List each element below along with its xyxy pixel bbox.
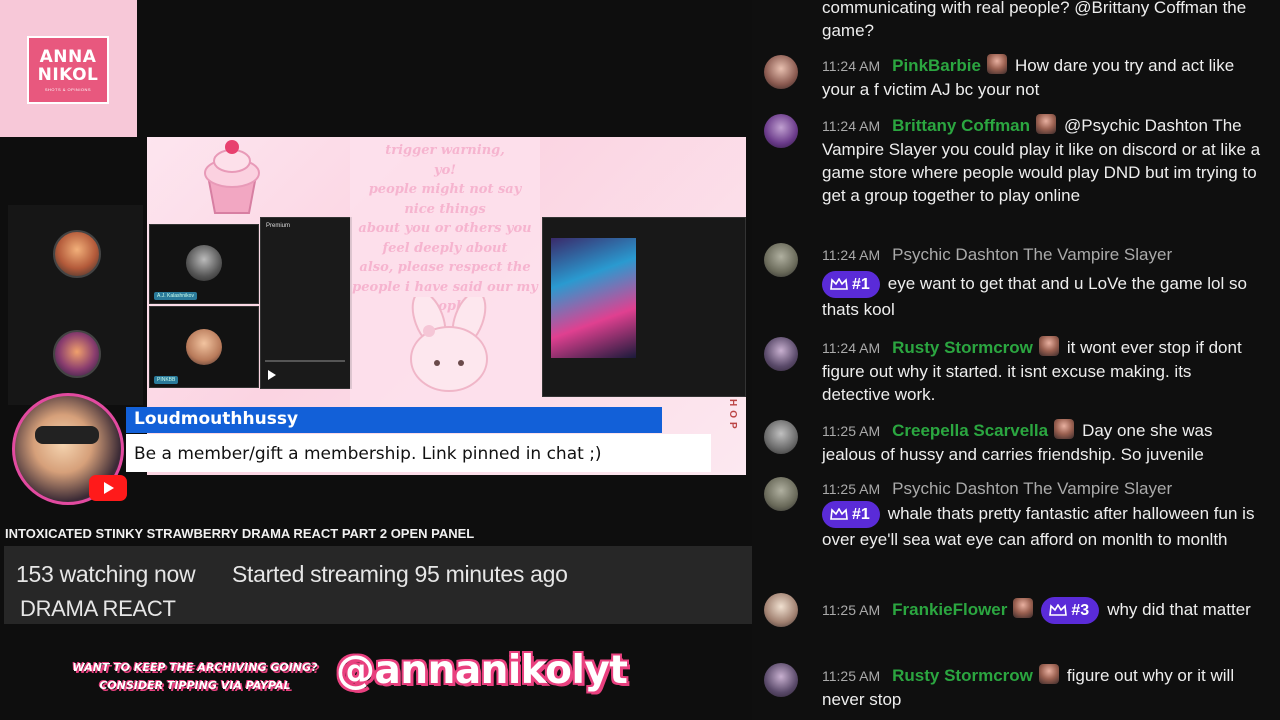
chat-message-text: eye want to get that and u LoVe the game… <box>822 274 1247 319</box>
crown-icon <box>830 278 848 290</box>
panelist-camera-tile: A.J. Kalashnikov <box>149 224 259 304</box>
stream-category[interactable]: DRAMA REACT <box>20 596 176 622</box>
chat-avatar[interactable] <box>764 477 798 511</box>
tip-prompt-line2: CONSIDER TIPPING VIA PAYPAL <box>99 679 291 692</box>
member-badge-icon <box>1013 598 1034 618</box>
chat-message: 11:24 AM PinkBarbie How dare you try and a… <box>822 54 1262 101</box>
member-banner-name: Loudmouthhussy <box>134 409 299 429</box>
viewer-count: 153 watching now <box>16 561 196 587</box>
rank-badge: #3 <box>1041 597 1100 624</box>
embedded-video-window: Premium <box>260 217 352 389</box>
chat-message-text: why did that matter <box>1107 600 1251 619</box>
chat-message: 11:24 AM Brittany Coffman @Psychic Dashton… <box>822 114 1262 207</box>
crown-icon <box>1049 604 1068 616</box>
chat-message-text: communicating with real people? @Brittan… <box>822 0 1247 40</box>
rank-label: #1 <box>852 506 870 523</box>
rank-badge: #1 <box>822 501 880 528</box>
chat-avatar[interactable] <box>764 337 798 371</box>
trigger-warning-text: trigger warning, yo! people might not sa… <box>352 143 538 314</box>
chat-message-text: whale thats pretty fantastic after hallo… <box>822 504 1255 549</box>
chat-author[interactable]: Psychic Dashton The Vampire Slayer <box>892 245 1172 264</box>
rank-label: #3 <box>1071 602 1090 619</box>
play-icon <box>268 370 276 380</box>
youtube-premium-logo: Premium <box>266 223 291 229</box>
chat-avatar[interactable] <box>764 663 798 697</box>
chat-avatar[interactable] <box>764 420 798 454</box>
chat-avatar[interactable] <box>764 114 798 148</box>
chat-author[interactable]: Psychic Dashton The Vampire Slayer <box>892 479 1172 498</box>
chat-author[interactable]: Creepella Scarvella <box>892 421 1048 440</box>
logo-line1: ANNA <box>39 47 97 67</box>
chat-timestamp: 11:24 AM <box>822 118 881 134</box>
channel-logo-badge: ANNA NIKOL SHOTS & OPINIONS <box>27 36 109 104</box>
channel-logo: ANNA NIKOL SHOTS & OPINIONS <box>0 0 137 137</box>
channel-handle: @annanikolyt <box>336 648 628 693</box>
trigger-warning-card: trigger warning, yo! people might not sa… <box>350 137 540 407</box>
chat-author[interactable]: Brittany Coffman <box>892 116 1030 135</box>
member-badge-icon <box>1038 664 1059 684</box>
panel-sidebar <box>8 205 143 405</box>
chat-message: 11:24 AM Rusty Stormcrow it wont ever stop… <box>822 336 1262 406</box>
member-banner-message: Be a member/gift a membership. Link pinn… <box>134 444 602 464</box>
chat-timestamp: 11:24 AM <box>822 340 881 356</box>
member-badge-icon <box>1038 336 1059 356</box>
chat-avatar[interactable] <box>764 243 798 277</box>
my-melody-illustration <box>410 297 488 392</box>
panelist-camera-tile: PINKBB <box>149 306 259 388</box>
chat-message: 11:24 AM Psychic Dashton The Vampire Slay… <box>822 243 1262 321</box>
panelist-avatar <box>53 330 101 378</box>
embedded-browser-window <box>542 217 746 397</box>
stream-start-time: Started streaming 95 minutes ago <box>232 561 568 587</box>
chat-author[interactable]: PinkBarbie <box>892 56 981 75</box>
panelist-avatar <box>53 230 101 278</box>
overlay-side-text: HOP <box>727 399 738 433</box>
rank-label: #1 <box>852 276 870 293</box>
chat-message: 11:25 AM Creepella Scarvella Day one she w… <box>822 419 1262 466</box>
chat-timestamp: 11:25 AM <box>822 602 881 618</box>
panelist-avatar <box>186 329 222 365</box>
logo-line2: NIKOL <box>37 65 99 85</box>
tip-prompt-line1: WANT TO KEEP THE ARCHIVING GOING? <box>72 661 318 674</box>
member-badge-icon <box>1036 114 1057 134</box>
member-badge-icon <box>986 54 1007 74</box>
video-progress-bar <box>265 360 345 362</box>
chat-timestamp: 11:24 AM <box>822 247 881 263</box>
chat-message: 11:25 AM Rusty Stormcrow figure out why or… <box>822 664 1262 711</box>
stream-title: INTOXICATED STINKY STRAWBERRY DRAMA REAC… <box>5 526 475 541</box>
cupcake-decoration <box>204 140 260 214</box>
chat-message: 11:25 AM Psychic Dashton The Vampire Slay… <box>822 477 1262 551</box>
panelist-avatar <box>186 245 222 281</box>
chat-avatar[interactable] <box>764 55 798 89</box>
chat-avatar[interactable] <box>764 593 798 627</box>
chat-message: 11:25 AM FrankieFlower #3 why did that matt… <box>822 597 1262 624</box>
chat-timestamp: 11:25 AM <box>822 481 881 497</box>
rank-badge: #1 <box>822 271 880 298</box>
chat-message-text: How dare you try and act like your a f v… <box>822 56 1235 99</box>
member-badge-icon <box>1054 419 1075 439</box>
panelist-name-tag: A.J. Kalashnikov <box>154 292 197 300</box>
embedded-thumbnail <box>551 238 636 358</box>
sunglasses-decoration <box>35 426 99 444</box>
chat-timestamp: 11:25 AM <box>822 423 881 439</box>
chat-timestamp: 11:24 AM <box>822 58 881 74</box>
youtube-icon <box>89 475 127 501</box>
crown-icon <box>830 508 848 520</box>
live-chat-panel: communicating with real people? @Brittan… <box>752 0 1280 720</box>
panelist-name-tag: PINKBB <box>154 376 179 384</box>
logo-line3: SHOTS & OPINIONS <box>44 87 92 92</box>
chat-timestamp: 11:25 AM <box>822 668 881 684</box>
chat-author[interactable]: Rusty Stormcrow <box>892 338 1033 357</box>
chat-author[interactable]: Rusty Stormcrow <box>892 666 1033 685</box>
chat-author[interactable]: FrankieFlower <box>892 600 1007 619</box>
